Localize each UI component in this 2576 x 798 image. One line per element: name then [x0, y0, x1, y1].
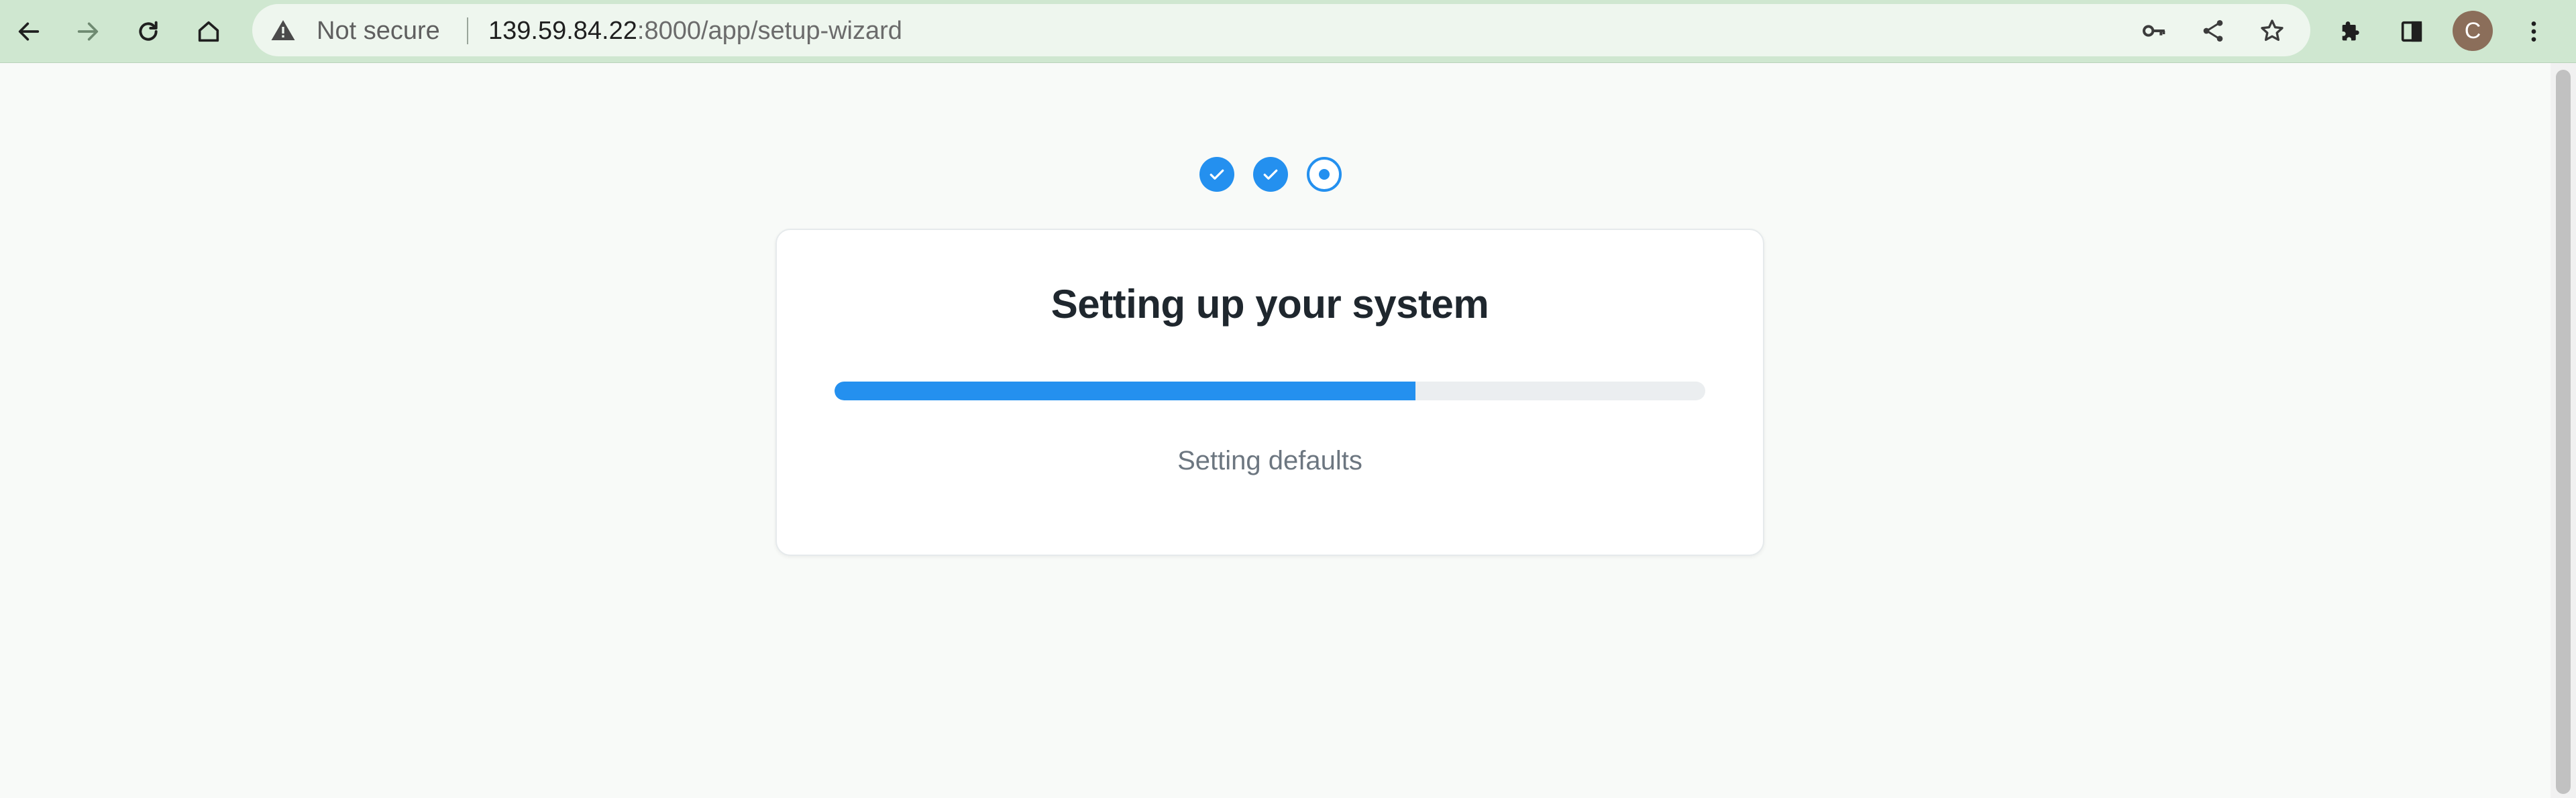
scrollbar-thumb[interactable]	[2556, 70, 2571, 794]
star-icon	[2261, 19, 2284, 41]
step-1-complete	[1199, 157, 1234, 192]
extensions-button[interactable]	[2332, 12, 2371, 51]
browser-menu-button[interactable]	[2514, 12, 2553, 51]
warning-icon[interactable]	[270, 17, 297, 44]
checkmark-icon	[1263, 169, 1278, 180]
wizard-step-indicator	[1197, 154, 1344, 194]
side-panel-icon	[2401, 21, 2422, 42]
reload-button[interactable]	[129, 12, 168, 51]
key-icon	[2143, 25, 2165, 37]
share-button[interactable]	[2198, 15, 2229, 46]
back-button[interactable]	[9, 12, 48, 51]
scrollbar[interactable]	[2551, 63, 2576, 798]
menu-icon	[2531, 21, 2536, 42]
url-host: 139.59.84.22	[488, 17, 637, 45]
profile-avatar[interactable]: C	[2453, 11, 2493, 51]
omnibox-divider	[467, 17, 468, 44]
extensions-icon	[2342, 21, 2359, 41]
setup-progress-bar	[835, 382, 1705, 400]
side-panel-button[interactable]	[2392, 12, 2431, 51]
password-key-button[interactable]	[2139, 15, 2169, 46]
back-icon	[18, 22, 40, 41]
forward-button[interactable]	[68, 12, 107, 51]
bookmark-button[interactable]	[2257, 15, 2288, 46]
home-icon	[198, 21, 219, 42]
current-step-dot	[1319, 169, 1330, 180]
setup-progress-card: Setting up your system Setting defaults	[775, 229, 1764, 556]
step-2-complete	[1253, 157, 1288, 192]
step-3-current	[1307, 157, 1342, 192]
security-label[interactable]: Not secure	[317, 18, 440, 44]
url-text[interactable]: 139.59.84.22:8000/app/setup-wizard	[488, 18, 902, 44]
address-bar[interactable]: Not secure 139.59.84.22:8000/app/setup-w…	[252, 4, 2310, 56]
forward-icon	[77, 22, 99, 41]
setup-progress-fill	[835, 382, 1415, 400]
home-button[interactable]	[189, 12, 228, 51]
setup-title: Setting up your system	[1051, 282, 1489, 327]
reload-icon	[139, 21, 158, 41]
setup-status-text: Setting defaults	[1177, 446, 1362, 475]
share-icon	[2203, 20, 2223, 42]
browser-toolbar: Not secure 139.59.84.22:8000/app/setup-w…	[0, 0, 2576, 63]
url-path: :8000/app/setup-wizard	[637, 17, 902, 45]
checkmark-icon	[1210, 169, 1224, 180]
